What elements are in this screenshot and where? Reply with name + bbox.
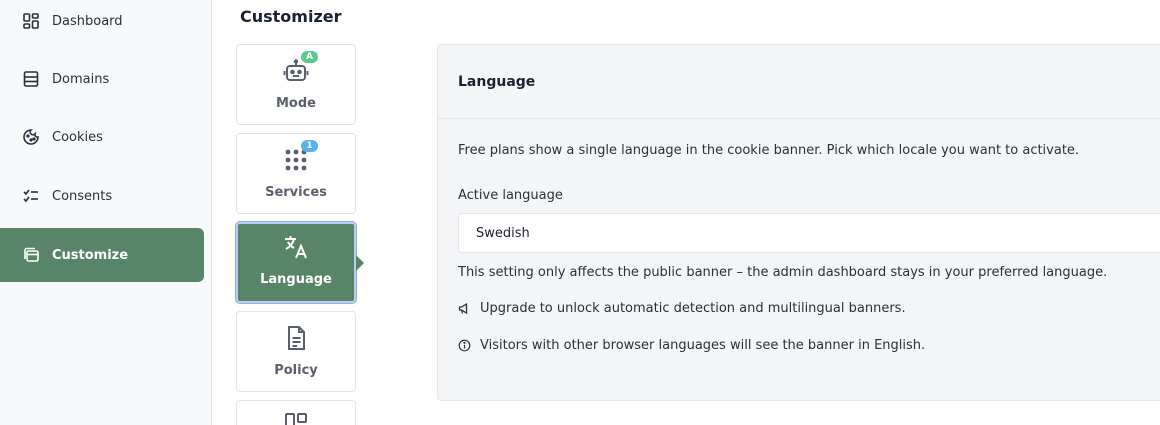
robot-icon: A xyxy=(283,51,318,84)
sidebar-item-label: Domains xyxy=(52,71,110,87)
info-text: Visitors with other browser languages wi… xyxy=(480,338,926,353)
sidebar-item-label: Dashboard xyxy=(52,13,123,29)
info-icon xyxy=(458,339,471,352)
tile-policy[interactable]: Policy xyxy=(236,311,356,392)
active-language-label: Active language xyxy=(458,188,563,203)
dashboard-icon xyxy=(22,12,40,30)
sidebar-item-label: Cookies xyxy=(52,129,103,145)
active-language-select[interactable]: Swedish xyxy=(458,213,1160,253)
info-line: Visitors with other browser languages wi… xyxy=(458,338,925,353)
status-badge: A xyxy=(301,51,318,63)
panel-description: Free plans show a single language in the… xyxy=(458,143,1080,158)
upgrade-line: Upgrade to unlock automatic detection an… xyxy=(458,301,906,316)
tile-layout[interactable] xyxy=(236,400,356,425)
megaphone-icon xyxy=(458,302,471,315)
grid-dots-icon: 1 xyxy=(283,140,318,173)
panel-title: Language xyxy=(438,45,1160,119)
tile-services[interactable]: 1 Services xyxy=(236,133,356,214)
translate-icon xyxy=(283,234,309,260)
checklist-icon xyxy=(22,187,40,205)
sidebar-item-consents[interactable]: Consents xyxy=(0,169,204,223)
selected-language: Swedish xyxy=(476,225,530,241)
domains-icon xyxy=(22,70,40,88)
sidebar: Dashboard Domains Cookies Consents Custo… xyxy=(0,0,212,425)
sidebar-item-cookies[interactable]: Cookies xyxy=(0,110,204,164)
setting-note: This setting only affects the public ban… xyxy=(458,265,1108,280)
cookie-icon xyxy=(22,128,40,146)
page-title: Customizer xyxy=(240,7,342,26)
tile-label: Mode xyxy=(276,96,316,111)
layout-icon xyxy=(283,411,309,425)
tile-language[interactable]: Language xyxy=(236,222,364,303)
tile-label: Policy xyxy=(274,363,318,378)
tile-label: Language xyxy=(260,272,332,287)
sidebar-item-domains[interactable]: Domains xyxy=(0,52,204,106)
sidebar-item-dashboard[interactable]: Dashboard xyxy=(0,0,204,48)
status-badge: 1 xyxy=(301,140,318,152)
customize-icon xyxy=(22,246,40,264)
tile-mode[interactable]: A Mode xyxy=(236,44,356,125)
sidebar-item-label: Consents xyxy=(52,188,113,204)
tile-label: Services xyxy=(265,185,327,200)
sidebar-item-label: Customize xyxy=(52,247,129,263)
sidebar-item-customize[interactable]: Customize xyxy=(0,228,204,282)
document-icon xyxy=(283,325,309,351)
language-panel: Language Free plans show a single langua… xyxy=(437,44,1160,401)
upgrade-text: Upgrade to unlock automatic detection an… xyxy=(480,301,906,316)
